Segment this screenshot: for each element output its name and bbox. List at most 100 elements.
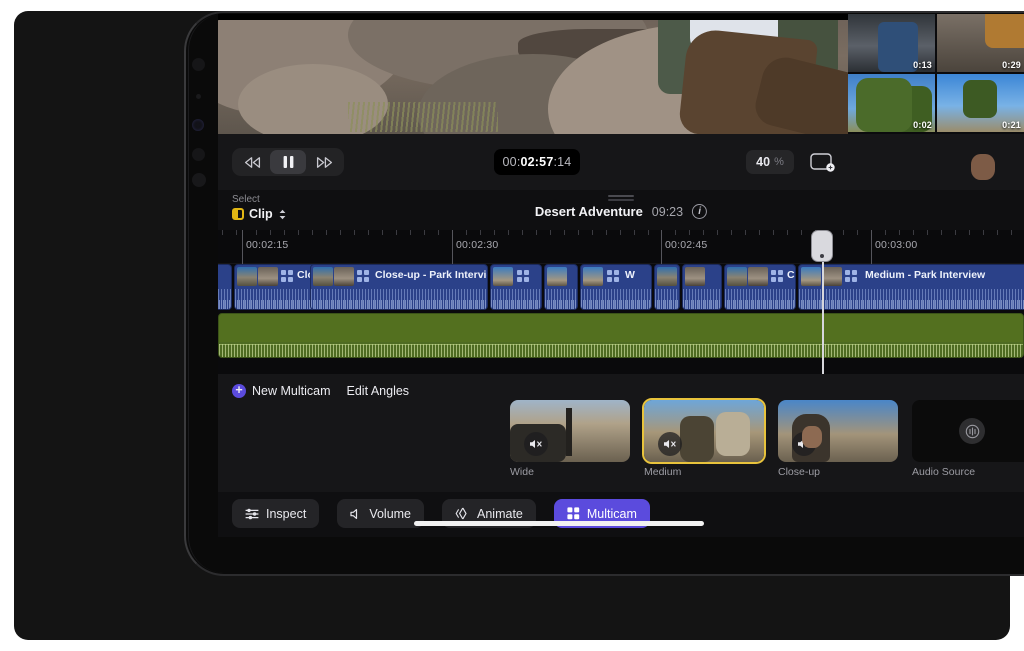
timeline-clip[interactable] (544, 264, 578, 310)
clip-label: Cl (787, 269, 795, 281)
project-title-group: Desert Adventure 09:23 i (534, 204, 708, 219)
animate-label: Animate (477, 506, 523, 521)
timeline-clip[interactable] (682, 264, 722, 310)
front-camera-icon (192, 119, 204, 131)
viewer-frame-image (218, 14, 848, 134)
playback-transport-bar: 00: 02:57:14 40 % (218, 134, 1024, 190)
app-screen: 0:13 0:29 0:02 0:21 00: 02:57:14 40 % S… (218, 14, 1024, 537)
angle-item-medium[interactable]: Medium (642, 398, 766, 478)
timecode-main: 02:57 (520, 155, 554, 169)
camera-sensor-icon (192, 173, 206, 187)
media-thumbnail[interactable]: 0:13 (848, 14, 935, 72)
project-header: Select Clip Desert Adventure 09:23 i (218, 190, 1024, 230)
angle-label: Audio Source (912, 466, 976, 478)
video-track[interactable]: Clo Close-up - Park Interview (218, 264, 1024, 310)
animate-icon (455, 507, 470, 520)
multicam-actions: + New Multicam Edit Angles (232, 384, 409, 398)
info-icon[interactable]: i (692, 204, 708, 219)
home-indicator[interactable] (414, 521, 704, 526)
timeline-clip[interactable] (654, 264, 680, 310)
select-label: Select (232, 194, 260, 205)
clip-label: Close-up - Park Interview (375, 269, 487, 281)
media-duration: 0:21 (1002, 120, 1021, 130)
selection-mode-dropdown[interactable]: Clip (232, 207, 287, 221)
angle-list: Wide Medium Close-up Audio Source (510, 398, 1024, 478)
camera-sensor-icon (192, 58, 205, 71)
speaker-mute-icon[interactable] (658, 432, 682, 456)
rewind-icon[interactable] (234, 150, 270, 174)
panel-drag-handle[interactable] (608, 195, 634, 197)
media-duration: 0:29 (1002, 60, 1021, 70)
fast-forward-icon[interactable] (306, 150, 342, 174)
multicam-badge-icon (357, 270, 369, 282)
video-viewer[interactable] (218, 14, 848, 134)
audio-track[interactable] (218, 313, 1024, 358)
camera-sensor-icon (192, 148, 205, 161)
plus-circle-icon: + (232, 384, 246, 398)
media-thumbnail[interactable]: 0:21 (937, 74, 1024, 132)
angle-label: Close-up (778, 466, 821, 478)
zoom-value: 40 (756, 155, 771, 169)
ruler-timecode-label: 00:02:30 (456, 239, 499, 251)
timeline-ruler[interactable]: 00:02:15 00:02:30 00:02:45 00:03:00 (218, 230, 1024, 264)
ruler-timecode-label: 00:02:15 (246, 239, 289, 251)
timeline-clip[interactable]: Close-up - Park Interview (310, 264, 488, 310)
inspect-label: Inspect (266, 506, 307, 521)
bottom-toolbar: Inspect Volume Animate Multicam (218, 492, 1024, 537)
zoom-unit: % (774, 156, 784, 168)
angle-label: Wide (510, 466, 534, 478)
transport-button-group (232, 148, 344, 176)
multicam-label: Multicam (586, 506, 637, 521)
page-title: Desert Adventure (534, 204, 643, 219)
speaker-icon (350, 508, 362, 520)
clip-selection-icon (232, 208, 244, 220)
project-duration: 09:23 (651, 204, 684, 219)
multicam-badge-icon (607, 270, 619, 282)
ruler-timecode-label: 00:03:00 (875, 239, 918, 251)
media-thumbnail[interactable]: 0:02 (848, 74, 935, 132)
new-multicam-label: New Multicam (252, 384, 331, 398)
edit-angles-button[interactable]: Edit Angles (347, 384, 410, 398)
media-duration: 0:13 (913, 60, 932, 70)
timeline-clip[interactable] (218, 264, 232, 310)
timeline-clip[interactable]: W (580, 264, 652, 310)
multicam-panel: + New Multicam Edit Angles Wide Medium C… (218, 374, 1024, 492)
clip-label: W (625, 269, 635, 281)
multicam-badge-icon (281, 270, 293, 282)
ruler-timecode-label: 00:02:45 (665, 239, 708, 251)
timeline-clip[interactable]: Cl (724, 264, 796, 310)
media-thumbnail[interactable]: 0:29 (937, 14, 1024, 72)
timecode-prefix: 00: (502, 155, 521, 169)
audio-waveform (219, 344, 1023, 357)
zoom-level-field[interactable]: 40 % (746, 150, 794, 174)
multicam-badge-icon (517, 270, 529, 282)
grid-2x2-icon (567, 507, 580, 520)
multicam-badge-icon (771, 270, 783, 282)
sliders-icon (245, 508, 259, 520)
media-duration: 0:02 (913, 120, 932, 130)
timecode-frames: :14 (553, 155, 572, 169)
angle-item-close-up[interactable]: Close-up (778, 400, 898, 478)
timeline-tracks[interactable]: Clo Close-up - Park Interview (218, 264, 1024, 374)
timeline-clip[interactable]: Medium - Park Interview (798, 264, 1024, 310)
angle-item-wide[interactable]: Wide (510, 400, 630, 478)
angle-label: Medium (644, 466, 682, 478)
clip-label: Medium - Park Interview (865, 269, 986, 281)
volume-label: Volume (369, 506, 412, 521)
inspect-button[interactable]: Inspect (232, 499, 320, 528)
current-timecode[interactable]: 00: 02:57:14 (494, 149, 580, 175)
new-multicam-button[interactable]: + New Multicam (232, 384, 331, 398)
angle-item-audio-source[interactable]: Audio Source (912, 400, 1024, 478)
playhead-handle[interactable] (812, 231, 832, 261)
pause-icon[interactable] (270, 150, 306, 174)
selection-mode-value: Clip (249, 207, 273, 221)
fit-to-screen-icon[interactable] (806, 150, 840, 174)
camera-sensor-icon (196, 94, 201, 99)
speaker-mute-icon[interactable] (524, 432, 548, 456)
chevron-up-down-icon (278, 209, 287, 220)
volume-button[interactable]: Volume (337, 499, 425, 528)
multicam-badge-icon (845, 270, 857, 282)
screenshot-root: 0:13 0:29 0:02 0:21 00: 02:57:14 40 % S… (0, 0, 1024, 651)
timeline-clip[interactable] (490, 264, 542, 310)
audio-waveform-circle-icon (959, 418, 985, 444)
